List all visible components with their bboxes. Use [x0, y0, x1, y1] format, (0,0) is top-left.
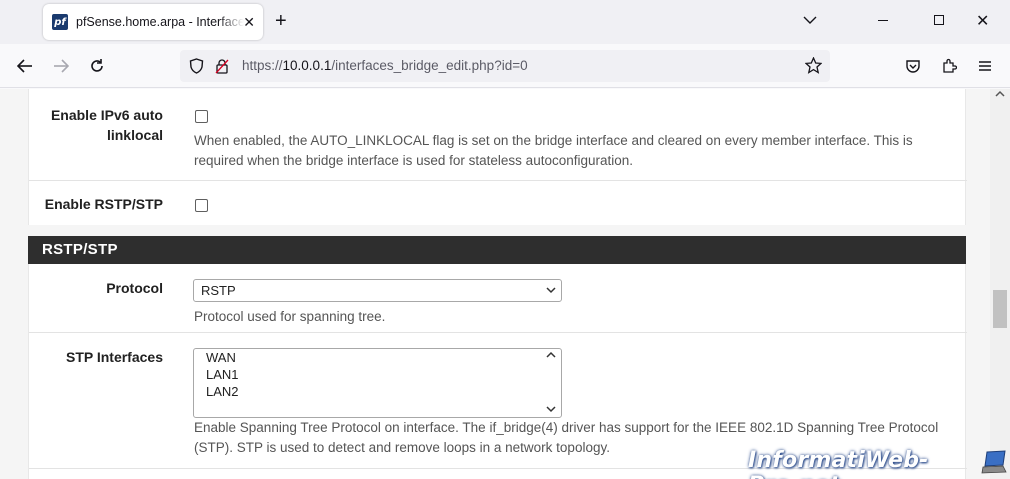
- back-icon[interactable]: [14, 55, 36, 77]
- tab-bar: pf pfSense.home.arpa - Interfaces: Bridg…: [0, 0, 1010, 44]
- rstp-stp-enable-row: Enable RSTP/STP: [29, 181, 967, 225]
- reload-icon[interactable]: [86, 55, 108, 77]
- laptop-logo-icon: [981, 450, 1007, 474]
- scrollbar-up-arrow-icon[interactable]: [995, 89, 1005, 101]
- ipv6-linklocal-row: Enable IPv6 auto linklocal When enabled,…: [29, 89, 967, 181]
- page-content: Enable IPv6 auto linklocal When enabled,…: [0, 89, 990, 479]
- scroll-up-arrow-icon[interactable]: [546, 351, 556, 361]
- rstp-stp-enable-label: Enable RSTP/STP: [44, 196, 163, 212]
- pocket-icon[interactable]: [902, 55, 924, 77]
- forward-icon[interactable]: [50, 55, 72, 77]
- menu-icon[interactable]: [974, 55, 996, 77]
- ipv6-linklocal-label: Enable IPv6 auto linklocal: [50, 107, 163, 143]
- navigation-toolbar: https://10.0.0.1/interfaces_bridge_edit.…: [0, 44, 1010, 88]
- rstp-stp-enable-checkbox[interactable]: [195, 199, 208, 212]
- scrollbar-thumb[interactable]: [993, 290, 1007, 328]
- stp-interfaces-label: STP Interfaces: [65, 349, 163, 365]
- protocol-label: Protocol: [106, 280, 163, 296]
- list-item[interactable]: LAN1: [194, 366, 561, 383]
- maximize-icon[interactable]: [934, 15, 944, 25]
- scroll-down-arrow-icon[interactable]: [546, 405, 556, 415]
- bookmark-star-icon[interactable]: [804, 56, 823, 79]
- protocol-row: Protocol RSTP Protocol used for spanning…: [29, 264, 967, 333]
- tab-title: pfSense.home.arpa - Interfaces: Bridges:…: [76, 15, 244, 29]
- rstp-stp-panel: Protocol RSTP Protocol used for spanning…: [28, 264, 967, 479]
- list-item[interactable]: LAN2: [194, 383, 561, 400]
- protocol-selected-value: RSTP: [201, 283, 236, 298]
- stp-interfaces-multiselect[interactable]: WAN LAN1 LAN2: [193, 348, 562, 418]
- bridge-options-panel: Enable IPv6 auto linklocal When enabled,…: [28, 89, 967, 225]
- minimize-icon[interactable]: [878, 20, 888, 21]
- chevron-down-icon: [546, 280, 556, 309]
- list-item[interactable]: WAN: [194, 349, 561, 366]
- address-bar[interactable]: https://10.0.0.1/interfaces_bridge_edit.…: [180, 50, 830, 82]
- new-tab-icon[interactable]: +: [275, 10, 287, 32]
- protocol-help: Protocol used for spanning tree.: [194, 309, 386, 324]
- watermark-text: InformatiWeb-Pro.net: [748, 448, 929, 479]
- ipv6-linklocal-help: When enabled, the AUTO_LINKLOCAL flag is…: [194, 133, 913, 168]
- ipv6-linklocal-checkbox[interactable]: [195, 110, 208, 123]
- lock-icon[interactable]: [215, 58, 230, 79]
- extensions-icon[interactable]: [938, 55, 960, 77]
- tab-close-icon[interactable]: ✕: [243, 14, 255, 31]
- pfsense-favicon-icon: pf: [52, 14, 68, 30]
- browser-tab[interactable]: pf pfSense.home.arpa - Interfaces: Bridg…: [43, 4, 263, 40]
- tab-list-icon[interactable]: [803, 12, 817, 30]
- shield-icon[interactable]: [189, 58, 204, 79]
- url-text[interactable]: https://10.0.0.1/interfaces_bridge_edit.…: [242, 58, 528, 73]
- protocol-select[interactable]: RSTP: [193, 279, 562, 302]
- close-window-icon[interactable]: ✕: [976, 11, 989, 31]
- page-scrollbar[interactable]: [990, 89, 1010, 479]
- rstp-stp-section-header: RSTP/STP: [28, 236, 966, 264]
